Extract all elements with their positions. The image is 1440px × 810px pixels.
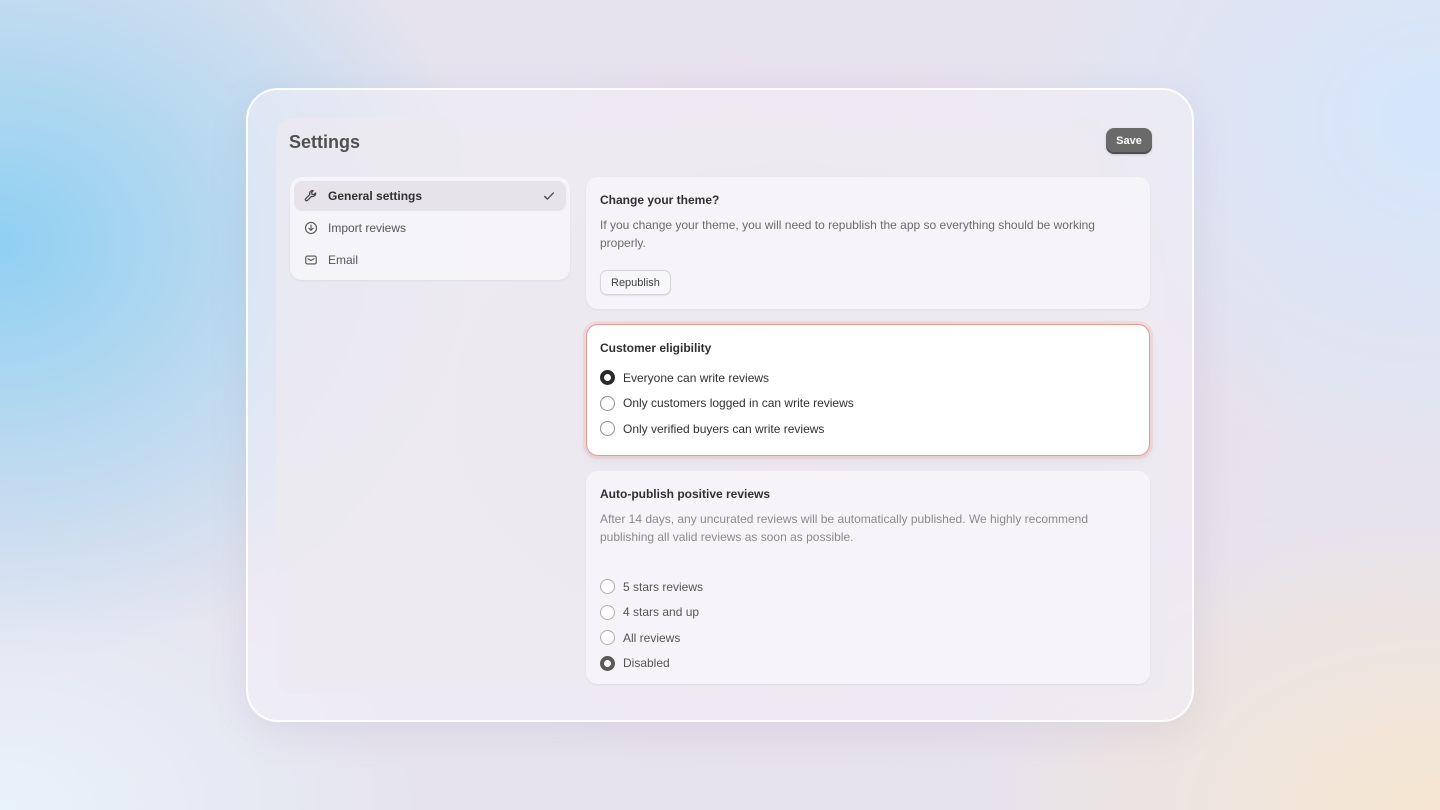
radio-label: Only customers logged in can write revie… [623, 396, 854, 411]
radio-button[interactable] [600, 630, 615, 646]
card-description: After 14 days, any uncurated reviews wil… [600, 512, 1089, 544]
page-title: Settings [289, 132, 361, 152]
radio-option-disabled[interactable]: Disabled [600, 651, 1136, 677]
card-title: Customer eligibility [600, 341, 712, 355]
radio-button[interactable] [600, 395, 615, 411]
sidebar-item-label: General settings [328, 189, 423, 203]
sidebar-item-label: Email [328, 253, 359, 267]
settings-panel: Settings Save General settings Import re… [276, 118, 1166, 694]
customer-eligibility-card: Customer eligibility Everyone can write … [586, 324, 1150, 456]
radio-button[interactable] [600, 579, 615, 595]
radio-button[interactable] [600, 604, 615, 620]
card-title: Change your theme? [600, 193, 720, 207]
radio-option-4-stars[interactable]: 4 stars and up [600, 600, 1136, 626]
radio-button[interactable] [600, 370, 615, 386]
download-circle-icon [304, 221, 318, 235]
auto-publish-radio-group: 5 stars reviews 4 stars and up All revie… [600, 574, 1136, 676]
radio-label: Everyone can write reviews [623, 370, 770, 385]
sidebar-item-label: Import reviews [328, 221, 407, 235]
republish-button[interactable]: Republish [600, 270, 671, 295]
radio-button[interactable] [600, 421, 615, 437]
radio-option-all-reviews[interactable]: All reviews [600, 625, 1136, 651]
radio-label: Only verified buyers can write reviews [623, 421, 825, 436]
wrench-icon [304, 189, 318, 203]
radio-button[interactable] [600, 655, 615, 671]
checkmark-icon [542, 189, 556, 203]
app-window-frame: Settings Save General settings Import re… [246, 88, 1194, 722]
card-description: If you change your theme, you will need … [600, 218, 1095, 250]
settings-sidebar: General settings Import reviews Email [290, 177, 570, 280]
radio-label: 4 stars and up [623, 605, 700, 620]
sidebar-item-email[interactable]: Email [294, 245, 566, 275]
radio-label: 5 stars reviews [623, 579, 704, 594]
sidebar-item-general-settings[interactable]: General settings [294, 181, 566, 211]
radio-option-everyone[interactable]: Everyone can write reviews [600, 365, 1136, 391]
radio-option-verified-buyers[interactable]: Only verified buyers can write reviews [600, 416, 1136, 442]
radio-option-5-stars[interactable]: 5 stars reviews [600, 574, 1136, 600]
theme-card: Change your theme? If you change your th… [586, 177, 1150, 309]
radio-option-logged-in[interactable]: Only customers logged in can write revie… [600, 391, 1136, 417]
save-button[interactable]: Save [1106, 128, 1152, 154]
mail-icon [304, 253, 318, 267]
eligibility-radio-group: Everyone can write reviews Only customer… [600, 365, 1136, 442]
card-title: Auto-publish positive reviews [600, 487, 771, 501]
radio-label: Disabled [623, 656, 670, 671]
sidebar-item-import-reviews[interactable]: Import reviews [294, 213, 566, 243]
auto-publish-card: Auto-publish positive reviews After 14 d… [586, 471, 1150, 684]
radio-label: All reviews [623, 630, 681, 645]
